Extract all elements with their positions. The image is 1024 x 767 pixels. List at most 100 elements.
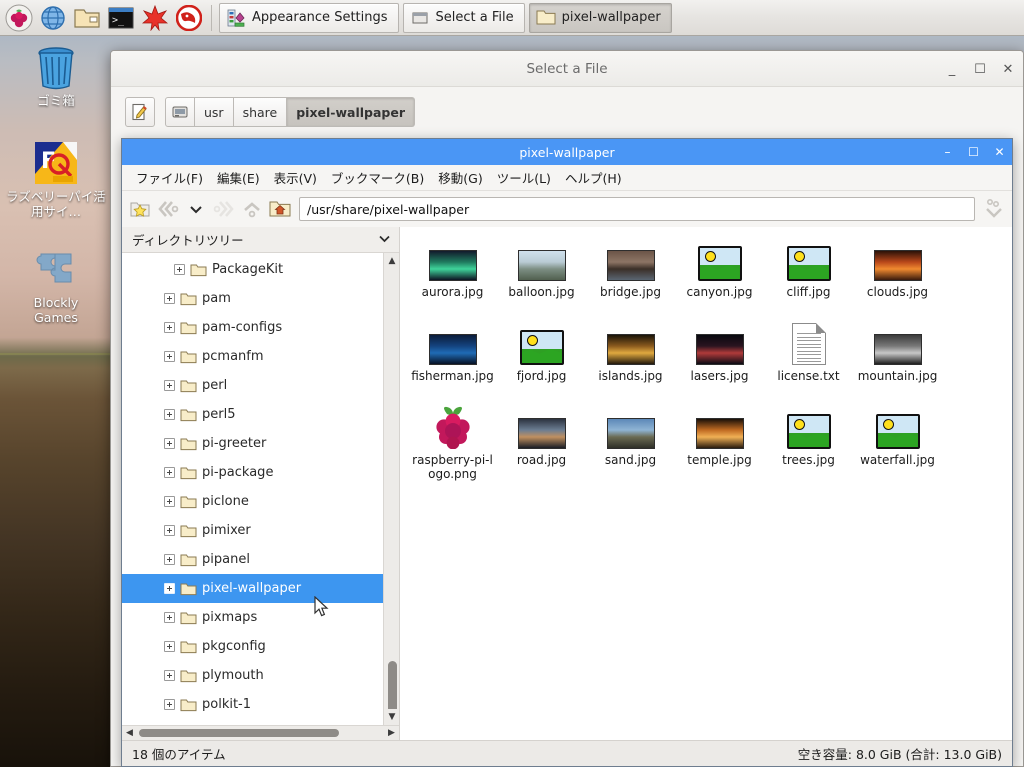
chevron-down-icon[interactable]	[378, 232, 391, 248]
tree-node-pixmaps[interactable]: pixmaps	[122, 603, 399, 632]
maximize-icon[interactable]: ☐	[973, 62, 987, 77]
minimize-icon[interactable]: _	[945, 62, 959, 77]
tree-node-pcmanfm[interactable]: pcmanfm	[122, 342, 399, 371]
file-item[interactable]: bridge.jpg	[586, 237, 675, 321]
tree-node-packagekit[interactable]: PackageKit	[122, 255, 399, 284]
minimize-icon[interactable]: –	[941, 145, 954, 159]
file-item[interactable]: mountain.jpg	[853, 321, 942, 405]
tree-node-perl[interactable]: perl	[122, 371, 399, 400]
file-item[interactable]: lasers.jpg	[675, 321, 764, 405]
expand-icon[interactable]	[164, 525, 175, 536]
menu-tools[interactable]: ツール(L)	[491, 165, 557, 190]
expand-icon[interactable]	[164, 583, 175, 594]
tree-node-pkgconfig[interactable]: pkgconfig	[122, 632, 399, 661]
scroll-right-arrow-icon[interactable]: ▶	[384, 726, 399, 741]
file-item[interactable]: clouds.jpg	[853, 237, 942, 321]
breadcrumb-filesystem[interactable]	[165, 97, 195, 127]
new-tab-icon[interactable]	[128, 197, 152, 221]
tree-node-pam[interactable]: pam	[122, 284, 399, 313]
home-icon[interactable]	[268, 197, 292, 221]
up-icon[interactable]	[240, 197, 264, 221]
mathematica-icon[interactable]	[140, 3, 170, 33]
tree-node-pixel-wallpaper[interactable]: pixel-wallpaper	[122, 574, 399, 603]
file-item[interactable]: fisherman.jpg	[408, 321, 497, 405]
file-item[interactable]: canyon.jpg	[675, 237, 764, 321]
taskbar-window-select-a-file[interactable]: Select a File	[403, 3, 525, 33]
expand-icon[interactable]	[164, 351, 175, 362]
tree-node-piclone[interactable]: piclone	[122, 487, 399, 516]
expand-icon[interactable]	[164, 293, 175, 304]
tree-node-pi-greeter[interactable]: pi-greeter	[122, 429, 399, 458]
web-browser-icon[interactable]	[38, 3, 68, 33]
expand-icon[interactable]	[164, 322, 175, 333]
file-item[interactable]: cliff.jpg	[764, 237, 853, 321]
file-item[interactable]: fjord.jpg	[497, 321, 586, 405]
menu-bookmarks[interactable]: ブックマーク(B)	[325, 165, 430, 190]
expand-icon[interactable]	[164, 438, 175, 449]
path-edit-button[interactable]	[125, 97, 155, 127]
file-item[interactable]: balloon.jpg	[497, 237, 586, 321]
back-icon[interactable]	[156, 197, 180, 221]
raspberry-pi-menu-icon[interactable]	[4, 3, 34, 33]
directory-tree-header[interactable]: ディレクトリツリー	[122, 227, 399, 253]
file-item[interactable]: road.jpg	[497, 405, 586, 489]
menu-go[interactable]: 移動(G)	[432, 165, 488, 190]
file-item[interactable]: sand.jpg	[586, 405, 675, 489]
tree-vertical-scrollbar-thumb[interactable]	[388, 661, 397, 715]
file-item[interactable]: temple.jpg	[675, 405, 764, 489]
expand-icon[interactable]	[164, 496, 175, 507]
history-dropdown-icon[interactable]	[184, 197, 208, 221]
dialog-titlebar[interactable]: Select a File _ ☐ ✕	[111, 51, 1023, 87]
tree-node-perl5[interactable]: perl5	[122, 400, 399, 429]
terminal-icon[interactable]: >_	[106, 3, 136, 33]
menu-view[interactable]: 表示(V)	[268, 165, 323, 190]
maximize-icon[interactable]: ☐	[967, 145, 980, 159]
go-icon[interactable]	[982, 197, 1006, 221]
file-item[interactable]: raspberry-pi-logo.png	[408, 405, 497, 489]
breadcrumb-usr[interactable]: usr	[195, 97, 234, 127]
scroll-left-arrow-icon[interactable]: ◀	[122, 726, 137, 741]
taskbar-window-pixel-wallpaper[interactable]: pixel-wallpaper	[529, 3, 672, 33]
expand-icon[interactable]	[164, 409, 175, 420]
tree-node-polkit-1[interactable]: polkit-1	[122, 690, 399, 719]
file-item[interactable]: trees.jpg	[764, 405, 853, 489]
tree-node-plymouth[interactable]: plymouth	[122, 661, 399, 690]
tree-node-pam-configs[interactable]: pam-configs	[122, 313, 399, 342]
desktop-icon-blockly-games[interactable]: BlocklyGames	[6, 248, 106, 325]
location-input[interactable]: /usr/share/pixel-wallpaper	[299, 197, 975, 221]
scroll-down-arrow-icon[interactable]: ▼	[384, 709, 399, 725]
expand-icon[interactable]	[164, 554, 175, 565]
menu-help[interactable]: ヘルプ(H)	[559, 165, 628, 190]
breadcrumb-pixel-wallpaper[interactable]: pixel-wallpaper	[287, 97, 415, 127]
tree-node-pi-package[interactable]: pi-package	[122, 458, 399, 487]
tree-node-pipanel[interactable]: pipanel	[122, 545, 399, 574]
wolfram-icon[interactable]	[174, 3, 204, 33]
expand-icon[interactable]	[174, 264, 185, 275]
menu-edit[interactable]: 編集(E)	[211, 165, 266, 190]
file-view[interactable]: aurora.jpgballoon.jpgbridge.jpgcanyon.jp…	[400, 227, 1012, 740]
file-manager-titlebar[interactable]: pixel-wallpaper – ☐ ✕	[122, 139, 1012, 165]
desktop-icon-raspberry-pi-site[interactable]: F ラズベリーパイ活用サイ…	[6, 140, 106, 219]
close-icon[interactable]: ✕	[1001, 62, 1015, 77]
file-item[interactable]: islands.jpg	[586, 321, 675, 405]
tree-vertical-scrollbar[interactable]: ▲ ▼	[383, 253, 399, 725]
expand-icon[interactable]	[164, 612, 175, 623]
expand-icon[interactable]	[164, 641, 175, 652]
tree-horizontal-scrollbar[interactable]: ◀ ▶	[122, 725, 399, 740]
file-manager-icon[interactable]	[72, 3, 102, 33]
tree-horizontal-scrollbar-thumb[interactable]	[139, 729, 339, 737]
taskbar-window-appearance-settings[interactable]: Appearance Settings	[219, 3, 399, 33]
file-item[interactable]: aurora.jpg	[408, 237, 497, 321]
file-item[interactable]: waterfall.jpg	[853, 405, 942, 489]
menu-file[interactable]: ファイル(F)	[130, 165, 209, 190]
desktop-icon-trash[interactable]: ゴミ箱	[6, 46, 106, 108]
breadcrumb-share[interactable]: share	[234, 97, 288, 127]
expand-icon[interactable]	[164, 467, 175, 478]
tree-node-pimixer[interactable]: pimixer	[122, 516, 399, 545]
expand-icon[interactable]	[164, 699, 175, 710]
file-item[interactable]: license.txt	[764, 321, 853, 405]
expand-icon[interactable]	[164, 670, 175, 681]
expand-icon[interactable]	[164, 380, 175, 391]
scroll-up-arrow-icon[interactable]: ▲	[384, 253, 399, 269]
close-icon[interactable]: ✕	[993, 145, 1006, 159]
